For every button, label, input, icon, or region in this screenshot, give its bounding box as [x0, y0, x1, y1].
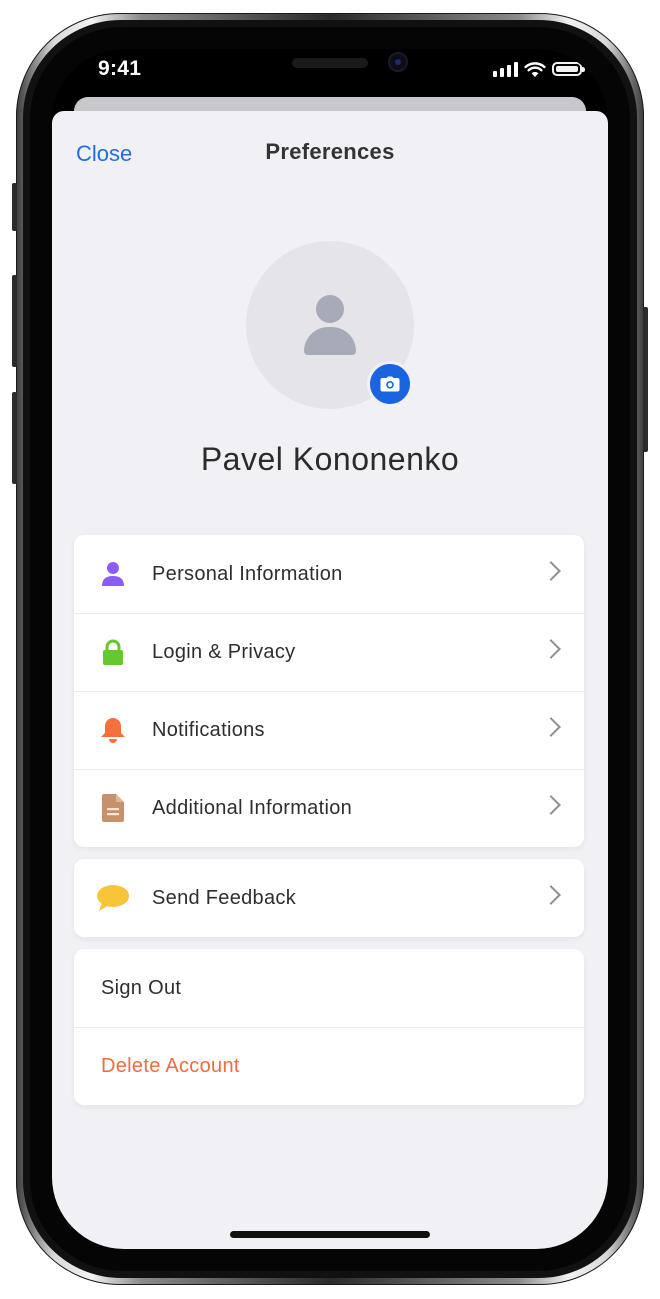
- bell-icon: [98, 715, 128, 745]
- chevron-right-icon: [541, 717, 561, 737]
- main-menu-card: Personal Information Login & Privacy Not…: [74, 535, 584, 847]
- chevron-right-icon: [541, 561, 561, 581]
- speech-bubble-icon: [96, 883, 130, 913]
- phone-screen: 9:41 Close Preferences Pavel Kononenko P…: [52, 49, 608, 1249]
- person-icon: [98, 559, 128, 589]
- chevron-right-icon: [541, 639, 561, 659]
- status-time: 9:41: [98, 57, 142, 80]
- sign-out-button[interactable]: Sign Out: [74, 949, 584, 1027]
- menu-item-send-feedback[interactable]: Send Feedback: [74, 859, 584, 937]
- avatar-placeholder-body: [304, 327, 356, 355]
- battery-icon: [552, 62, 585, 76]
- speaker-grille: [292, 58, 368, 68]
- menu-item-personal-information[interactable]: Personal Information: [74, 535, 584, 613]
- menu-item-label: Personal Information: [152, 562, 343, 585]
- lock-icon: [98, 637, 128, 667]
- sign-out-label: Sign Out: [101, 976, 182, 999]
- menu-item-label: Additional Information: [152, 796, 353, 819]
- status-icons: [493, 59, 585, 79]
- menu-item-login-privacy[interactable]: Login & Privacy: [74, 613, 584, 691]
- menu-item-label: Login & Privacy: [152, 640, 296, 663]
- wifi-icon: [524, 61, 546, 77]
- page-title: Preferences: [265, 139, 395, 164]
- front-camera: [390, 54, 406, 70]
- chevron-right-icon: [541, 885, 561, 905]
- chevron-right-icon: [541, 795, 561, 815]
- delete-account-button[interactable]: Delete Account: [74, 1027, 584, 1105]
- menu-item-label: Send Feedback: [152, 886, 296, 909]
- change-photo-button[interactable]: [367, 361, 413, 407]
- power-button: [643, 307, 648, 452]
- volume-down-button: [12, 392, 17, 484]
- document-icon: [98, 793, 128, 823]
- volume-up-button: [12, 275, 17, 367]
- menu-item-label: Notifications: [152, 718, 265, 741]
- cellular-signal-icon: [493, 61, 518, 77]
- silent-switch: [12, 183, 17, 231]
- account-card: Sign Out Delete Account: [74, 949, 584, 1105]
- feedback-card: Send Feedback: [74, 859, 584, 937]
- delete-account-label: Delete Account: [101, 1054, 240, 1077]
- avatar-placeholder-head: [316, 295, 344, 323]
- profile-name: Pavel Kononenko: [200, 441, 460, 477]
- preferences-sheet: Close Preferences Pavel Kononenko Person…: [52, 111, 608, 1249]
- menu-item-notifications[interactable]: Notifications: [74, 691, 584, 769]
- home-indicator[interactable]: [230, 1231, 430, 1238]
- menu-item-additional-information[interactable]: Additional Information: [74, 769, 584, 847]
- camera-icon: [380, 376, 400, 392]
